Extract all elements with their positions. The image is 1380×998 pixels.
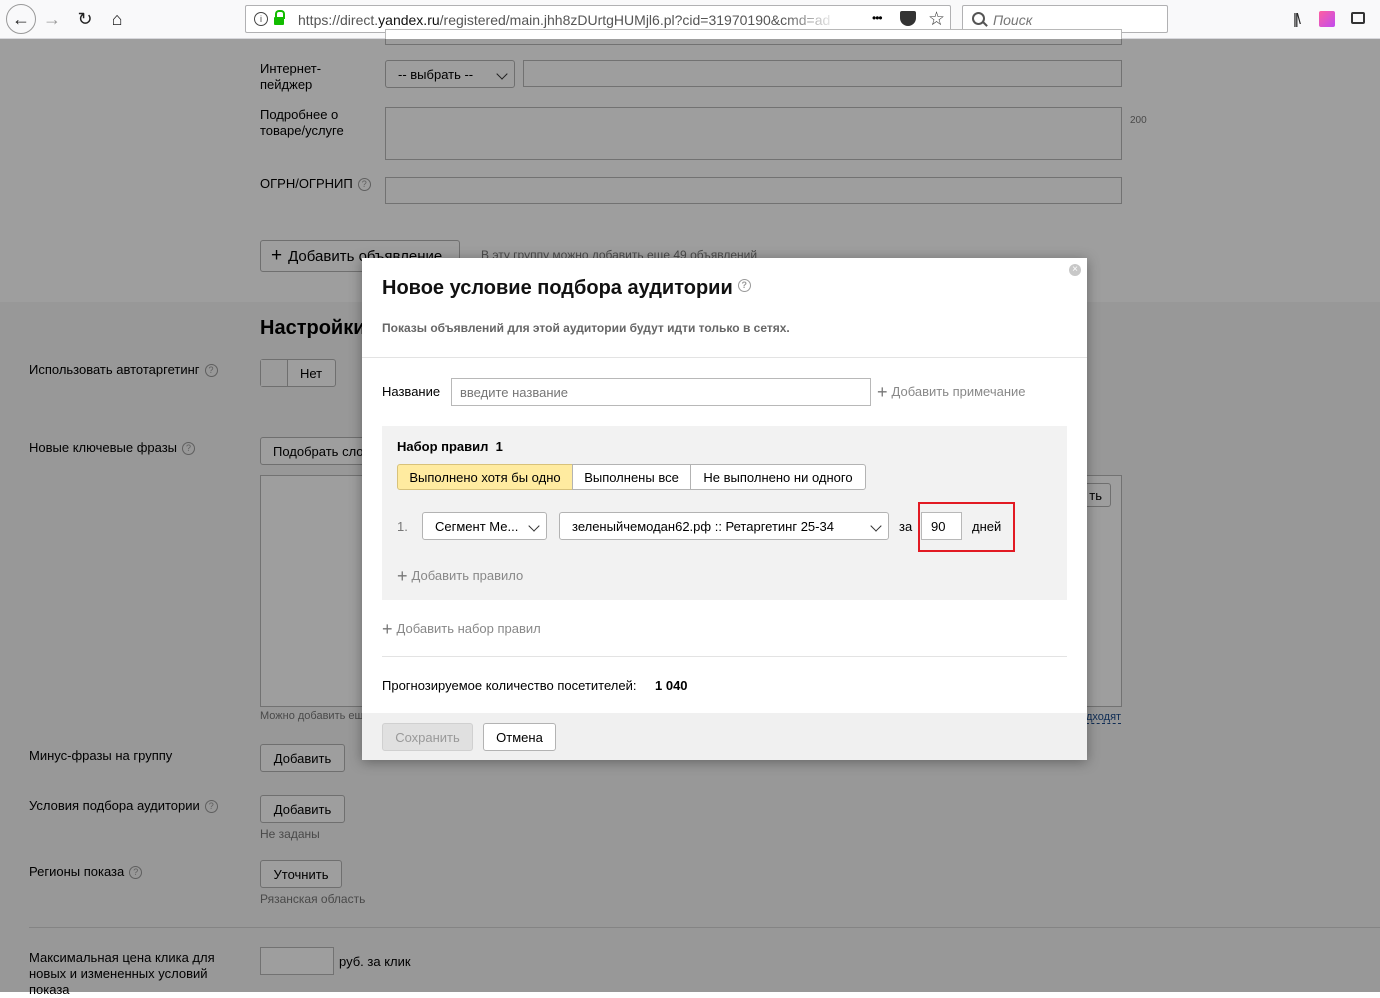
pocket-icon[interactable] <box>900 11 916 26</box>
save-button[interactable]: Сохранить <box>382 723 473 751</box>
library-icon[interactable]: ||\ <box>1284 7 1308 31</box>
name-label: Название <box>382 384 441 399</box>
reload-icon[interactable]: ↻ <box>73 7 97 31</box>
dialog-title: Новое условие подбора аудитории? <box>382 277 751 300</box>
for-label: за <box>899 519 913 534</box>
chevron-down-icon <box>870 520 882 532</box>
divider <box>362 357 1087 358</box>
rule-segment-value: зеленыйчемодан62.рф :: Ретаргетинг 25-34 <box>572 518 834 534</box>
forecast-label: Прогнозируемое количество посетителей: <box>382 678 637 693</box>
back-icon[interactable]: ← <box>6 4 36 34</box>
rule-type-select[interactable]: Сегмент Ме... <box>422 512 547 540</box>
lock-shackle-icon <box>275 10 285 19</box>
sidebar-icon[interactable] <box>1351 12 1365 24</box>
name-input[interactable] <box>451 378 871 406</box>
ruleset-title: Набор правил 1 <box>397 439 503 454</box>
annotation-highlight-box <box>918 502 1015 552</box>
mode-none-button[interactable]: Не выполнено ни одного <box>690 464 866 490</box>
home-icon[interactable]: ⌂ <box>105 7 129 31</box>
rule-type-value: Сегмент Ме... <box>435 518 519 534</box>
extension-icon[interactable] <box>1319 11 1335 27</box>
forward-icon[interactable]: → <box>40 7 64 31</box>
add-note-link[interactable]: + Добавить примечание <box>877 382 1026 403</box>
info-icon[interactable]: i <box>254 12 268 26</box>
plus-icon: + <box>397 566 408 586</box>
cancel-button[interactable]: Отмена <box>483 723 556 751</box>
forecast-value: 1 040 <box>655 678 688 693</box>
help-icon[interactable]: ? <box>737 279 751 292</box>
add-rule-link[interactable]: + Добавить правило <box>397 566 523 587</box>
rule-index: 1. <box>397 519 408 534</box>
rule-segment-select[interactable]: зеленыйчемодан62.рф :: Ретаргетинг 25-34 <box>559 512 889 540</box>
page-actions-icon[interactable]: ••• <box>872 11 883 25</box>
chevron-down-icon <box>528 520 540 532</box>
divider <box>382 656 1067 657</box>
dialog-footer: Сохранить Отмена <box>362 713 1087 760</box>
url-text: https://direct.yandex.ru/registered/main… <box>298 12 831 28</box>
search-placeholder: Поиск <box>993 12 1033 28</box>
plus-icon: + <box>382 619 393 639</box>
plus-icon: + <box>877 382 888 402</box>
add-ruleset-link[interactable]: + Добавить набор правил <box>382 619 541 640</box>
bookmark-star-icon[interactable]: ☆ <box>928 8 945 31</box>
mode-any-button[interactable]: Выполнено хотя бы одно <box>397 464 573 490</box>
dialog-subtitle: Показы объявлений для этой аудитории буд… <box>382 321 790 335</box>
mode-all-button[interactable]: Выполнены все <box>572 464 691 490</box>
close-icon[interactable]: × <box>1069 264 1081 276</box>
search-icon-handle <box>982 21 988 27</box>
